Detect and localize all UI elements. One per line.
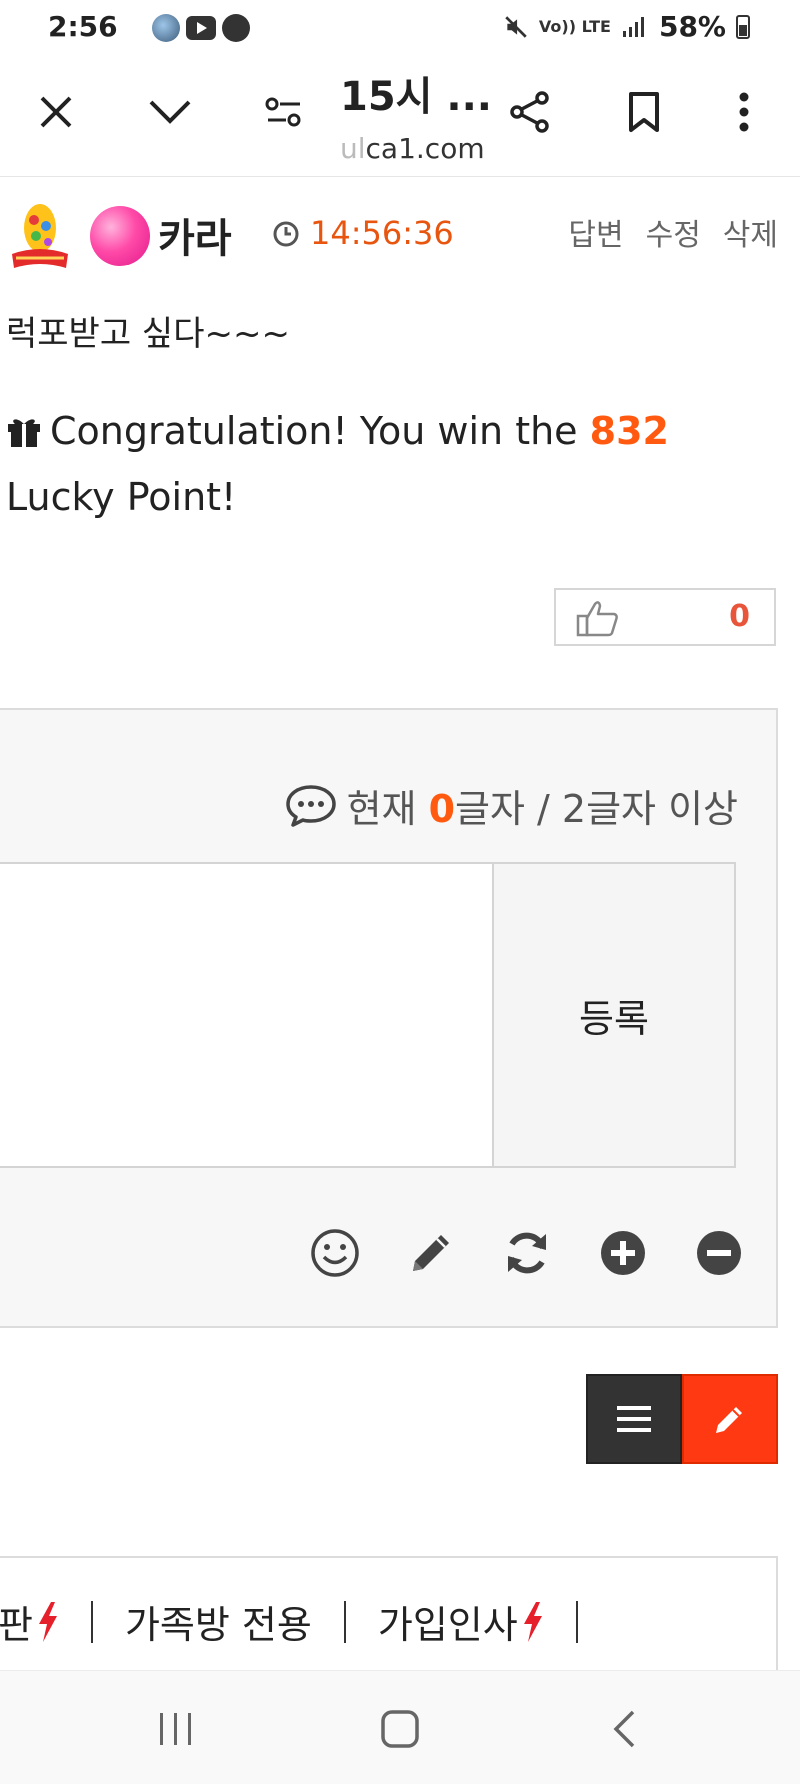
bookmark-button[interactable] bbox=[616, 84, 672, 140]
close-icon bbox=[40, 96, 72, 128]
volte-label: Vo)) LTE bbox=[538, 17, 611, 36]
battery-percent: 58% bbox=[658, 10, 726, 43]
share-icon bbox=[510, 91, 549, 133]
category-item[interactable]: 가족방 전용 bbox=[125, 1594, 312, 1649]
emoticon-button[interactable] bbox=[310, 1228, 360, 1278]
status-right: Vo)) LTE 58% bbox=[503, 10, 750, 43]
category-bar: 판 가족방 전용 가입인사 bbox=[0, 1556, 778, 1686]
clock-icon bbox=[273, 221, 299, 247]
system-nav-bar bbox=[0, 1670, 800, 1784]
refresh-button[interactable] bbox=[502, 1228, 552, 1278]
category-label: 가입인사 bbox=[377, 1603, 518, 1647]
category-label: 가족방 전용 bbox=[124, 1603, 312, 1647]
char-counter: 현재 0글자 / 2글자 이상 bbox=[285, 778, 738, 833]
like-count: 0 bbox=[729, 599, 750, 634]
page-url[interactable]: ulca1.com bbox=[340, 132, 485, 165]
share-button[interactable] bbox=[502, 84, 558, 140]
minimize-button[interactable] bbox=[142, 84, 198, 140]
counter-value: 0 bbox=[428, 787, 456, 831]
comment-input[interactable] bbox=[0, 862, 494, 1168]
gift-icon bbox=[8, 419, 40, 447]
write-post-button[interactable] bbox=[682, 1374, 778, 1464]
url-text: ca1.com bbox=[365, 132, 485, 165]
youtube-icon bbox=[186, 16, 216, 40]
comment-body: 럭포받고 싶다~~~ bbox=[6, 314, 290, 354]
menu-icon bbox=[617, 1406, 651, 1432]
user-avatar[interactable] bbox=[90, 206, 150, 266]
app-notification-icon bbox=[152, 14, 180, 42]
tune-icon bbox=[265, 97, 301, 127]
comment-header: 카라 14:56:36 답변 수정 삭제 bbox=[0, 198, 800, 276]
status-bar: 2:56 Vo)) LTE 58% bbox=[0, 0, 800, 54]
lightning-icon bbox=[523, 1601, 542, 1642]
list-button[interactable] bbox=[586, 1374, 682, 1464]
recent-apps-button[interactable] bbox=[146, 1707, 206, 1751]
separator bbox=[343, 1600, 346, 1643]
refresh-icon bbox=[508, 1232, 546, 1274]
chat-bubble-icon bbox=[222, 14, 250, 42]
edit-link[interactable]: 수정 bbox=[646, 210, 701, 254]
lucky-prefix: Congratulation! You win the bbox=[50, 409, 590, 453]
like-button[interactable]: 0 bbox=[554, 588, 776, 646]
edit-mode-button[interactable] bbox=[406, 1228, 456, 1278]
mute-icon bbox=[505, 15, 527, 38]
lucky-suffix: Lucky Point! bbox=[6, 475, 237, 519]
home-icon bbox=[381, 1710, 419, 1748]
plus-circle-icon bbox=[601, 1231, 645, 1275]
separator bbox=[90, 1600, 93, 1643]
comment-time: 14:56:36 bbox=[310, 214, 454, 252]
comment-tools bbox=[310, 1228, 744, 1278]
signal-icon bbox=[622, 16, 644, 37]
recents-icon bbox=[160, 1713, 191, 1745]
comment-actions: 답변 수정 삭제 bbox=[568, 210, 778, 254]
close-tab-button[interactable] bbox=[28, 84, 84, 140]
more-vertical-icon bbox=[739, 92, 749, 132]
separator bbox=[575, 1600, 578, 1643]
thumbs-up-icon bbox=[576, 601, 618, 637]
browser-toolbar: 15시 ... ulca1.com bbox=[0, 54, 800, 174]
speech-bubble-icon bbox=[285, 784, 336, 827]
toolbar-divider bbox=[0, 176, 800, 177]
lucky-point-message: Congratulation! You win the 832 Lucky Po… bbox=[6, 398, 786, 530]
reply-link[interactable]: 답변 bbox=[568, 210, 623, 254]
lucky-points: 832 bbox=[589, 409, 669, 453]
url-faded-part: ul bbox=[340, 132, 366, 165]
minus-circle-icon bbox=[697, 1231, 741, 1275]
battery-icon bbox=[736, 14, 750, 39]
bookmark-icon bbox=[629, 92, 659, 132]
comment-author[interactable]: 카라 bbox=[158, 206, 232, 264]
category-row: 판 가족방 전용 가입인사 bbox=[0, 1594, 610, 1649]
submit-comment-button[interactable]: 등록 bbox=[492, 862, 736, 1168]
pencil-icon bbox=[716, 1407, 742, 1433]
shrink-input-button[interactable] bbox=[694, 1228, 744, 1278]
delete-link[interactable]: 삭제 bbox=[723, 210, 778, 254]
category-item[interactable]: 판 bbox=[0, 1594, 59, 1649]
category-label: 판 bbox=[0, 1603, 33, 1647]
level-badge-icon bbox=[12, 204, 68, 268]
back-button[interactable] bbox=[594, 1707, 654, 1751]
comment-write-box: 현재 0글자 / 2글자 이상 등록 bbox=[0, 708, 778, 1328]
page-title[interactable]: 15시 ... bbox=[340, 64, 492, 122]
smile-icon bbox=[311, 1229, 359, 1277]
more-options-button[interactable] bbox=[716, 84, 772, 140]
lightning-icon bbox=[38, 1601, 57, 1642]
counter-prefix: 현재 bbox=[346, 787, 429, 831]
expand-input-button[interactable] bbox=[598, 1228, 648, 1278]
counter-suffix: 글자 / 2글자 이상 bbox=[455, 787, 738, 831]
back-chevron-icon bbox=[613, 1710, 635, 1748]
site-settings-button[interactable] bbox=[256, 84, 312, 140]
chevron-down-icon bbox=[149, 100, 191, 124]
category-item[interactable]: 가입인사 bbox=[378, 1594, 544, 1649]
status-time: 2:56 bbox=[48, 10, 118, 43]
pencil-icon bbox=[413, 1235, 449, 1271]
home-button[interactable] bbox=[370, 1707, 430, 1751]
notification-icons bbox=[152, 14, 250, 42]
